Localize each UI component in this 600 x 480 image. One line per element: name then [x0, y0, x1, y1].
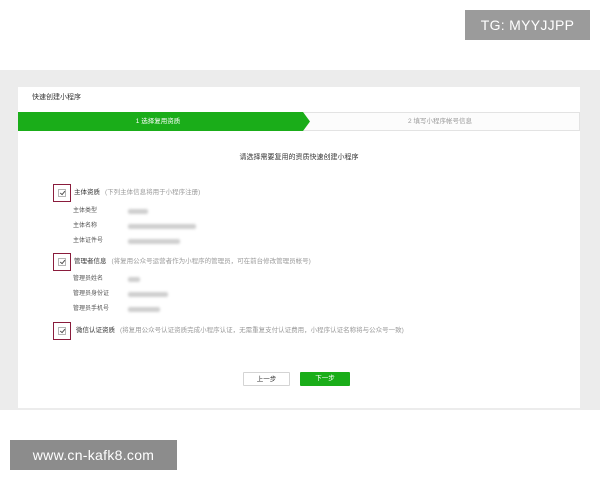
section-title: 微信认证资质 — [76, 327, 115, 334]
step-2-label: 2 填写小程序帐号信息 — [408, 118, 472, 125]
field-label-admin-name: 管理员姓名 — [73, 276, 104, 282]
watermark-top: TG: MYYJJPP — [465, 10, 590, 40]
watermark-top-text: TG: MYYJJPP — [480, 17, 575, 33]
section-title: 管理者信息 — [74, 258, 107, 265]
watermark-bottom: www.cn-kafk8.com — [10, 440, 177, 470]
checkbox-wechat-verification[interactable] — [58, 327, 66, 335]
field-label-admin-id: 管理员身份证 — [73, 291, 110, 297]
create-miniprogram-card: 快速创建小程序 1 选择复用资质 2 填写小程序帐号信息 请选择需要复用的资质快… — [18, 87, 580, 408]
checkbox-subject-qualification[interactable] — [58, 189, 66, 197]
step-progress-bar: 1 选择复用资质 2 填写小程序帐号信息 — [18, 112, 580, 131]
redacted-value — [128, 292, 168, 297]
section-note: (将复用公众号运营者作为小程序的管理员，可在前台修改管理员帐号) — [111, 258, 311, 265]
redacted-value — [128, 307, 160, 312]
section-note: (下列主体信息将用于小程序注册) — [105, 189, 201, 196]
field-label-subject-name: 主体名称 — [73, 223, 98, 229]
field-label-subject-id: 主体证件号 — [73, 238, 104, 244]
section-admin-info: 管理者信息 (将复用公众号运营者作为小程序的管理员，可在前台修改管理员帐号) — [74, 257, 311, 267]
redacted-value — [128, 209, 148, 214]
redacted-value — [128, 277, 140, 282]
redacted-value — [128, 239, 180, 244]
field-label-admin-phone: 管理员手机号 — [73, 306, 110, 312]
prev-step-button[interactable]: 上一步 — [243, 372, 290, 386]
step-1-label: 1 选择复用资质 — [135, 118, 181, 125]
watermark-bottom-text: www.cn-kafk8.com — [32, 447, 155, 463]
section-subject-qualification: 主体资质 (下列主体信息将用于小程序注册) — [74, 188, 200, 198]
section-wechat-verification: 微信认证资质 (将复用公众号认证资质完成小程序认证，无需重复支付认证费用，小程序认… — [76, 326, 404, 336]
next-step-button[interactable]: 下一步 — [300, 372, 350, 386]
checkbox-admin-info[interactable] — [58, 258, 66, 266]
card-title: 快速创建小程序 — [32, 94, 81, 101]
field-label-subject-type: 主体类型 — [73, 208, 98, 214]
section-note: (将复用公众号认证资质完成小程序认证，无需重复支付认证费用，小程序认证名称将与公… — [120, 327, 404, 334]
instruction-text: 请选择需要复用的资质快速创建小程序 — [239, 154, 359, 161]
section-title: 主体资质 — [74, 189, 100, 196]
redacted-value — [128, 224, 196, 229]
